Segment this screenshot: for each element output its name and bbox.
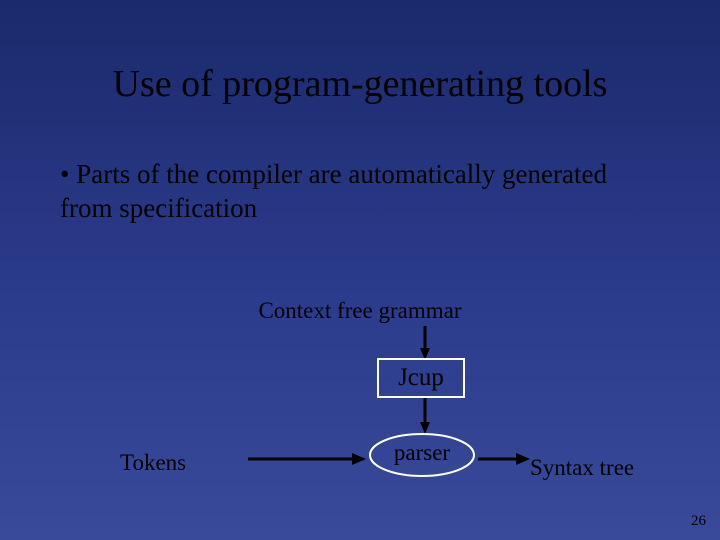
slide-title: Use of program-generating tools (0, 62, 720, 106)
syntax-tree-label: Syntax tree (530, 455, 634, 481)
parser-label: parser (368, 440, 476, 466)
context-free-grammar-label: Context free grammar (0, 298, 720, 324)
tokens-label: Tokens (120, 450, 186, 476)
arrow-right-icon (248, 449, 366, 469)
arrow-right-icon (478, 449, 530, 469)
bullet-point: Parts of the compiler are automatically … (60, 158, 660, 226)
arrow-down-icon (420, 326, 430, 360)
arrow-down-icon (420, 398, 430, 434)
tool-box-label: Jcup (398, 364, 444, 392)
tool-box: Jcup (377, 358, 465, 398)
page-number: 26 (691, 513, 706, 530)
